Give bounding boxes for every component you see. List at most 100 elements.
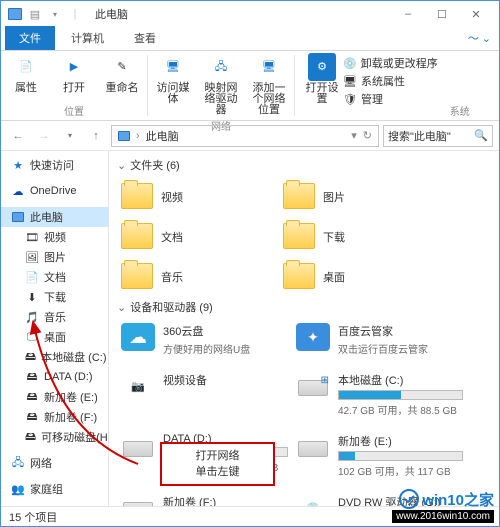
- address-bar[interactable]: › 此电脑 ▾ ↻: [111, 125, 379, 147]
- up-button[interactable]: ↑: [85, 125, 107, 147]
- sysprops-icon: 🖥: [343, 75, 357, 88]
- refresh-icon[interactable]: ↻: [363, 129, 372, 142]
- pc-icon: [118, 131, 130, 141]
- close-button[interactable]: ✕: [459, 1, 493, 27]
- rename-button[interactable]: ✎重命名: [103, 53, 141, 94]
- folder-documents[interactable]: 文档: [117, 217, 279, 257]
- app-360cloud[interactable]: ☁ 360云盘方便好用的网络U盘: [117, 319, 292, 368]
- nav-videos[interactable]: 🎞视频: [1, 227, 108, 247]
- back-button[interactable]: ←: [7, 125, 29, 147]
- open-settings-button[interactable]: ⚙打开设置: [301, 53, 343, 105]
- desktop-icon: 🖵: [25, 330, 39, 344]
- ribbon-group-network: 🖥访问媒体 🖧映射网络驱动器 🖥添加一个网络位置 网络: [148, 51, 294, 120]
- media-icon: 🖥: [159, 53, 187, 81]
- videos-icon: 🎞: [25, 230, 39, 244]
- drive-icon: 🖴: [25, 410, 39, 424]
- search-box[interactable]: 搜索"此电脑" 🔍: [383, 125, 493, 147]
- qat-dropdown-icon[interactable]: ▾: [47, 6, 63, 22]
- nav-drive-d[interactable]: 🖴DATA (D:): [1, 367, 108, 387]
- app-baiducloud[interactable]: ✦ 百度云管家双击运行百度云管家: [292, 319, 467, 368]
- music-icon: 🎵: [25, 310, 39, 324]
- homegroup-icon: 👥: [11, 482, 25, 496]
- nav-drive-c[interactable]: 🖴本地磁盘 (C:): [1, 347, 108, 367]
- drive-f[interactable]: 新加卷 (F:)53.1 GB 可用，共 117 GB: [117, 490, 292, 506]
- access-media-button[interactable]: 🖥访问媒体: [154, 53, 192, 105]
- drive-video-device[interactable]: 📷 视频设备: [117, 368, 292, 429]
- nav-quick-access[interactable]: ★快速访问: [1, 155, 108, 175]
- ribbon-tabs: 文件 计算机 查看 〜 ⌄: [1, 27, 499, 51]
- cloud-icon: ☁: [11, 184, 25, 198]
- drive-icon: ⊞: [296, 372, 330, 400]
- folder-icon: [283, 223, 315, 249]
- nav-desktop[interactable]: 🖵桌面: [1, 327, 108, 347]
- network-icon: 🖧: [11, 456, 25, 470]
- nav-sidebar: ★快速访问 ☁OneDrive 此电脑 🎞视频 🖼图片 📄文档 ⬇下载 🎵音乐 …: [1, 151, 109, 506]
- nav-onedrive[interactable]: ☁OneDrive: [1, 181, 108, 201]
- callout-line2: 单击左键: [196, 464, 240, 480]
- chevron-down-icon: ⌄: [117, 301, 126, 314]
- drive-c[interactable]: ⊞ 本地磁盘 (C:)42.7 GB 可用，共 88.5 GB: [292, 368, 467, 429]
- watermark-logo: win10之家: [398, 488, 494, 510]
- window-title: 此电脑: [95, 6, 128, 22]
- system-properties-button[interactable]: 🖥系统属性: [343, 73, 438, 89]
- breadcrumb-root[interactable]: 此电脑: [146, 128, 179, 144]
- drive-icon: 🖴: [25, 350, 36, 364]
- nav-network[interactable]: 🖧网络: [1, 453, 108, 473]
- file-tab[interactable]: 文件: [5, 26, 55, 50]
- window-controls: – ☐ ✕: [391, 1, 493, 27]
- folder-downloads[interactable]: 下载: [279, 217, 441, 257]
- folder-videos[interactable]: 视频: [117, 177, 279, 217]
- map-drive-icon: 🖧: [207, 53, 235, 81]
- properties-icon: 📄: [12, 53, 40, 81]
- minimize-button[interactable]: –: [391, 1, 425, 27]
- nav-documents[interactable]: 📄文档: [1, 267, 108, 287]
- settings-icon: ⚙: [308, 53, 336, 81]
- folder-icon: [283, 263, 315, 289]
- cloud-app-icon: ☁: [121, 323, 155, 351]
- tab-view[interactable]: 查看: [120, 26, 170, 50]
- breadcrumb-sep-icon: ›: [136, 130, 140, 142]
- star-icon: ★: [11, 158, 25, 172]
- baidu-app-icon: ✦: [296, 323, 330, 351]
- nav-drive-h[interactable]: 🖴可移动磁盘(H:): [1, 427, 108, 447]
- pc-icon: [11, 210, 25, 224]
- forward-button[interactable]: →: [33, 125, 55, 147]
- titlebar: ▤ ▾ | 此电脑 – ☐ ✕: [1, 1, 499, 27]
- recent-dropdown[interactable]: ▾: [59, 125, 81, 147]
- quick-access-toolbar: ▤ ▾ |: [7, 6, 83, 22]
- address-dropdown-icon[interactable]: ▾: [351, 129, 357, 142]
- properties-button[interactable]: 📄属性: [7, 53, 45, 94]
- nav-music[interactable]: 🎵音乐: [1, 307, 108, 327]
- drives-header[interactable]: ⌄设备和驱动器 (9): [117, 299, 491, 315]
- group-label-system: 系统: [450, 101, 470, 120]
- add-network-icon: 🖥: [255, 53, 283, 81]
- rename-icon: ✎: [108, 53, 136, 81]
- nav-downloads[interactable]: ⬇下载: [1, 287, 108, 307]
- dvd-icon: 💿: [296, 494, 330, 506]
- nav-homegroup[interactable]: 👥家庭组: [1, 479, 108, 499]
- nav-this-pc[interactable]: 此电脑: [1, 207, 108, 227]
- logo-icon: [398, 488, 420, 510]
- folders-header[interactable]: ⌄文件夹 (6): [117, 157, 491, 173]
- tab-computer[interactable]: 计算机: [57, 26, 118, 50]
- qat-item[interactable]: ▤: [27, 6, 43, 22]
- search-placeholder: 搜索"此电脑": [388, 128, 451, 144]
- open-icon: ▶: [60, 53, 88, 81]
- nav-drive-e[interactable]: 🖴新加卷 (E:): [1, 387, 108, 407]
- folder-music[interactable]: 音乐: [117, 257, 279, 297]
- drive-icon: [121, 433, 155, 461]
- open-button[interactable]: ▶打开: [55, 53, 93, 94]
- nav-pictures[interactable]: 🖼图片: [1, 247, 108, 267]
- add-network-button[interactable]: 🖥添加一个网络位置: [250, 53, 288, 116]
- camera-icon: 📷: [121, 372, 155, 400]
- folder-pictures[interactable]: 图片: [279, 177, 441, 217]
- ribbon-help-icon[interactable]: 〜 ⌄: [460, 26, 499, 50]
- uninstall-button[interactable]: 💿卸载或更改程序: [343, 55, 438, 71]
- folder-desktop[interactable]: 桌面: [279, 257, 441, 297]
- drive-icon: [296, 433, 330, 461]
- nav-drive-f[interactable]: 🖴新加卷 (F:): [1, 407, 108, 427]
- map-drive-button[interactable]: 🖧映射网络驱动器: [202, 53, 240, 116]
- manage-icon: 🛡: [343, 93, 357, 106]
- maximize-button[interactable]: ☐: [425, 1, 459, 27]
- drive-e[interactable]: 新加卷 (E:)102 GB 可用，共 117 GB: [292, 429, 467, 490]
